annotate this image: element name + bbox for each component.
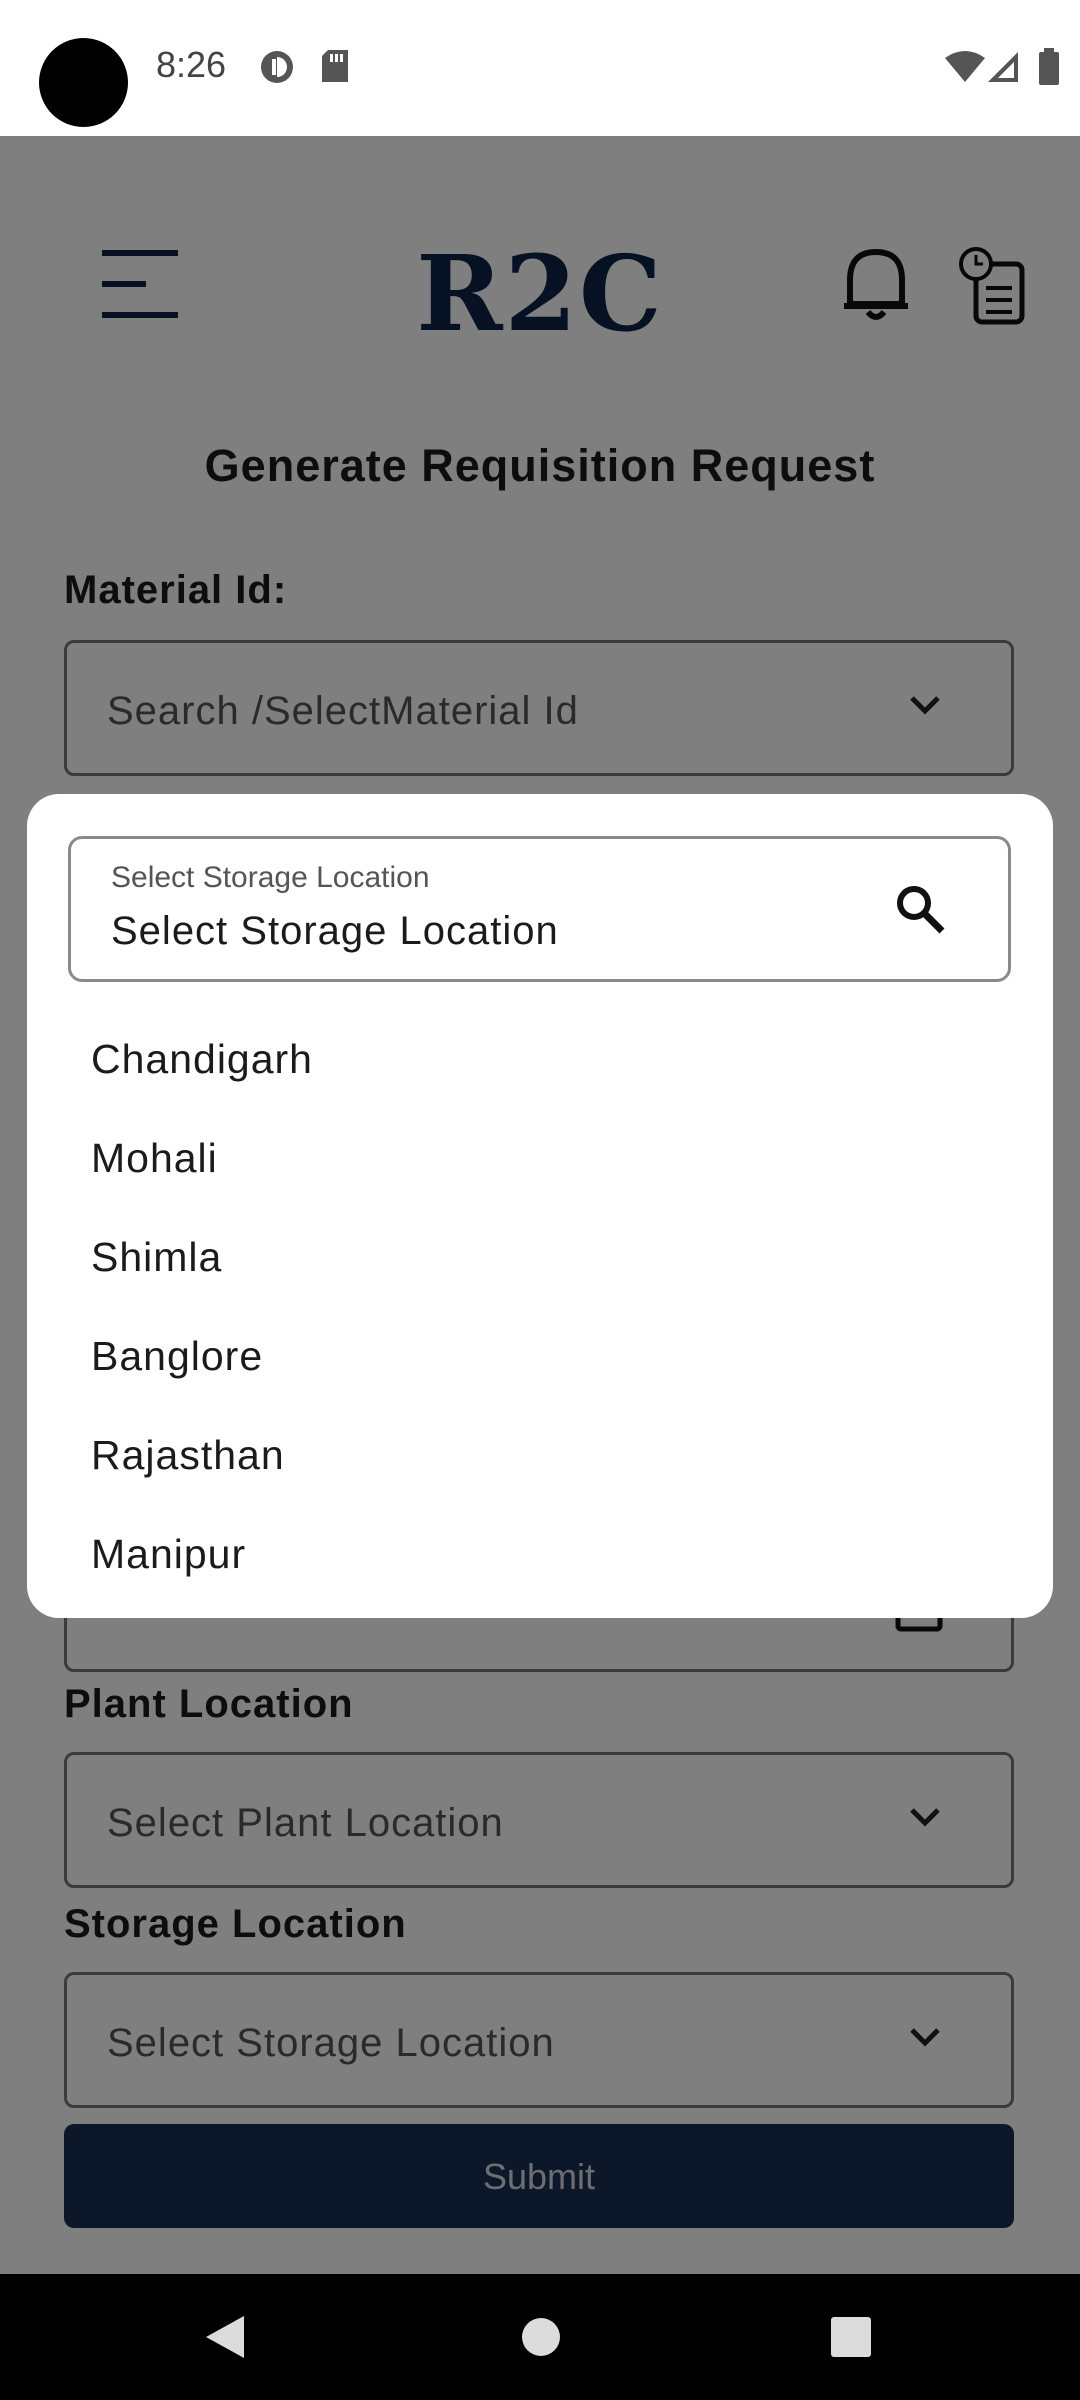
option-rajasthan[interactable]: Rajasthan bbox=[27, 1406, 1053, 1505]
home-icon[interactable] bbox=[520, 2314, 562, 2365]
data-saver-icon bbox=[258, 48, 296, 91]
option-shimla[interactable]: Shimla bbox=[27, 1208, 1053, 1307]
option-chandigarh[interactable]: Chandigarh bbox=[27, 1010, 1053, 1109]
sd-card-icon bbox=[320, 48, 350, 89]
option-manipur[interactable]: Manipur bbox=[27, 1505, 1053, 1604]
option-banglore[interactable]: Banglore bbox=[27, 1307, 1053, 1406]
back-icon[interactable] bbox=[204, 2314, 246, 2365]
search-floating-label: Select Storage Location bbox=[111, 861, 430, 894]
status-bar: 8:26 bbox=[0, 0, 1080, 136]
battery-icon bbox=[1038, 48, 1060, 91]
status-time: 8:26 bbox=[156, 44, 227, 85]
wifi-icon bbox=[944, 50, 986, 89]
camera-cutout bbox=[39, 38, 128, 127]
recents-icon[interactable] bbox=[830, 2314, 872, 2365]
option-mohali[interactable]: Mohali bbox=[27, 1109, 1053, 1208]
search-icon[interactable] bbox=[894, 883, 946, 940]
system-nav-bar bbox=[0, 2274, 1080, 2400]
storage-location-search-input[interactable]: Select Storage Location Select Storage L… bbox=[68, 836, 1011, 982]
storage-location-picker-dialog: Select Storage Location Select Storage L… bbox=[27, 794, 1053, 1618]
search-value: Select Storage Location bbox=[111, 909, 559, 953]
storage-location-options: Chandigarh Mohali Shimla Banglore Rajast… bbox=[27, 1010, 1053, 1604]
signal-icon bbox=[986, 50, 1020, 89]
